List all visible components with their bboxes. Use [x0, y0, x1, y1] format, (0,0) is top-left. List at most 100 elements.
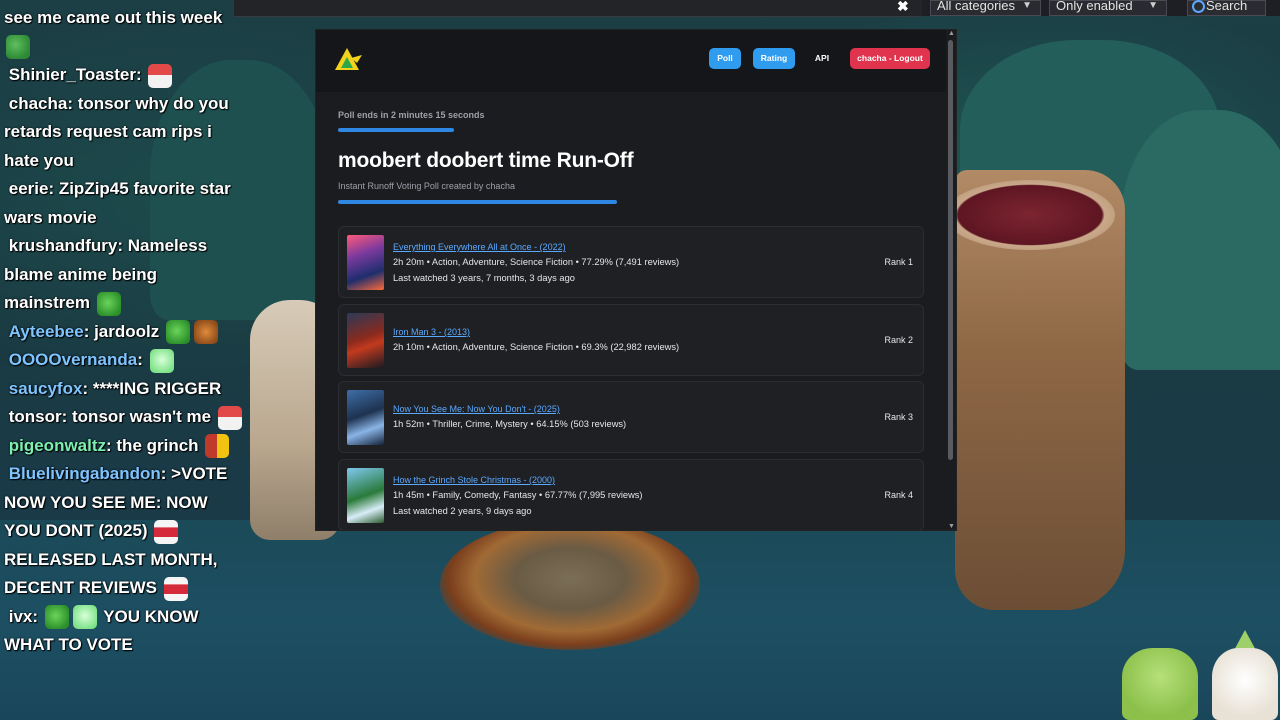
webcam-overlay	[1120, 628, 1280, 720]
chat-message: pigeonwaltz: the grinch	[4, 432, 244, 461]
nav-api-link[interactable]: API	[811, 48, 833, 69]
grinch-emote-icon	[166, 320, 190, 345]
poll-option-card[interactable]: Iron Man 3 - (2013) 2h 10m • Action, Adv…	[338, 304, 924, 376]
lantern-emote-icon	[205, 434, 230, 459]
scroll-up-icon[interactable]: ▲	[948, 30, 955, 37]
chat-username: Ayteebee	[8, 321, 84, 341]
poll-option-card[interactable]: Now You See Me: Now You Don't - (2025) 1…	[338, 381, 924, 453]
rank-label: Rank 4	[884, 490, 913, 500]
logout-button[interactable]: chacha - Logout	[850, 48, 930, 69]
chat-text: :	[137, 350, 143, 369]
chat-message: see me came out this week	[4, 4, 244, 61]
navbar: Poll Rating API chacha - Logout	[316, 30, 956, 90]
movie-title-link[interactable]: How the Grinch Stole Christmas - (2000)	[393, 475, 555, 485]
chat-message: OOOOvernanda:	[4, 346, 244, 375]
poll-subtitle: Instant Runoff Voting Poll created by ch…	[338, 181, 515, 191]
chat-overlay: see me came out this week Shinier_Toaste…	[4, 4, 244, 660]
poll-title: moobert doobert time Run-Off	[338, 149, 634, 172]
movie-title-link[interactable]: Everything Everywhere All at Once - (202…	[393, 242, 566, 252]
frog-emote-icon	[6, 35, 30, 60]
fox-emote-icon	[194, 320, 218, 345]
poll-option-card[interactable]: Everything Everywhere All at Once - (202…	[338, 226, 924, 298]
search-toolbar: ✖ All categories ▼ Only enabled ▼ Search	[234, 0, 1280, 17]
search-input[interactable]	[234, 0, 922, 17]
nav-rating-button[interactable]: Rating	[753, 48, 795, 69]
timer-progress-bar	[338, 128, 454, 132]
window-scrollbar[interactable]: ▲ ▼	[946, 30, 956, 530]
nav-poll-button[interactable]: Poll	[709, 48, 741, 69]
alien-avatar	[1122, 648, 1198, 720]
movie-meta: 1h 52m • Thriller, Crime, Mystery • 64.1…	[393, 419, 627, 429]
tree	[1120, 110, 1280, 370]
chevron-down-icon: ▼	[1022, 0, 1032, 11]
logo-icon	[335, 48, 362, 70]
last-watched: Last watched 3 years, 7 months, 3 days a…	[393, 273, 575, 283]
chevron-down-icon: ▼	[1148, 0, 1158, 11]
chat-message: Ayteebee: jardoolz	[4, 318, 244, 347]
movie-poster	[347, 390, 384, 445]
chat-text: :	[32, 606, 39, 626]
movie-poster	[347, 313, 384, 368]
rank-label: Rank 3	[884, 412, 913, 422]
scrollbar-thumb[interactable]	[948, 40, 953, 460]
chat-username: eerie	[8, 179, 49, 198]
movie-poster	[347, 235, 384, 290]
movie-meta: 2h 10m • Action, Adventure, Science Fict…	[393, 342, 680, 352]
dog-avatar	[1212, 648, 1278, 720]
chat-username: tonsor	[8, 407, 62, 426]
ghost-emote-icon	[149, 348, 174, 373]
chat-message: krushandfury: Nameless blame anime being…	[4, 232, 244, 318]
chat-message: eerie: ZipZip45 favorite star wars movie	[4, 175, 244, 232]
chat-message: ivx: YOU KNOW WHAT TO VOTE	[4, 603, 244, 660]
chat-username: pigeonwaltz	[8, 435, 107, 455]
chat-message: saucyfox: ****ING RIGGER	[4, 375, 244, 404]
chat-message: tonsor: tonsor wasn't me	[4, 403, 244, 432]
chat-username: krushandfury	[8, 236, 118, 255]
poll-app-window: Poll Rating API chacha - Logout Poll end…	[316, 30, 956, 530]
poll-option-card[interactable]: How the Grinch Stole Christmas - (2000) …	[338, 459, 924, 530]
poll-timer: Poll ends in 2 minutes 15 seconds	[338, 110, 485, 120]
chat-text: : jardoolz	[83, 321, 160, 341]
chat-text: : ****ING RIGGER	[82, 378, 222, 398]
category-select-value: All categories	[937, 0, 1016, 13]
chat-username: Shinier_Toaster	[8, 65, 136, 84]
mouth-emote-icon	[163, 576, 188, 601]
chat-username: chacha	[8, 93, 68, 113]
last-watched: Last watched 2 years, 9 days ago	[393, 506, 532, 516]
enabled-filter-value: Only enabled	[1056, 0, 1133, 13]
mouth-emote-icon	[154, 519, 179, 544]
chat-message: chacha: tonsor why do you retards reques…	[4, 90, 244, 176]
search-button-label: Search	[1206, 0, 1248, 13]
movie-meta: 1h 45m • Family, Comedy, Fantasy • 67.77…	[393, 490, 643, 500]
chat-username: saucyfox	[8, 378, 83, 398]
chat-message: Shinier_Toaster:	[4, 61, 244, 90]
grinch-emote-icon	[44, 605, 69, 630]
chat-username: Bluelivingabandon	[8, 464, 161, 483]
chat-text: :	[135, 65, 142, 84]
chat-text: see me came out this week	[4, 8, 223, 27]
chat-text: : tonsor wasn't me	[61, 407, 212, 426]
santa-emote-icon	[217, 405, 242, 430]
movie-title-link[interactable]: Now You See Me: Now You Don't - (2025)	[393, 404, 560, 414]
scroll-down-icon[interactable]: ▼	[948, 523, 955, 530]
santa-emote-icon	[148, 63, 173, 88]
search-icon	[1192, 0, 1205, 13]
category-select[interactable]: All categories ▼	[930, 0, 1041, 16]
pot-creature	[945, 170, 1125, 610]
chat-username: ivx	[8, 606, 33, 626]
movie-title-link[interactable]: Iron Man 3 - (2013)	[393, 327, 470, 337]
chat-message: Bluelivingabandon: >VOTE NOW YOU SEE ME:…	[4, 460, 244, 603]
movie-meta: 2h 20m • Action, Adventure, Science Fict…	[393, 257, 680, 267]
title-underline	[338, 200, 617, 204]
enabled-filter-select[interactable]: Only enabled ▼	[1049, 0, 1167, 16]
rank-label: Rank 2	[884, 335, 913, 345]
poll-panel: Poll ends in 2 minutes 15 seconds moober…	[316, 92, 948, 530]
chat-username: OOOOvernanda	[8, 350, 138, 369]
campfire	[440, 520, 700, 650]
grinch-emote-icon	[96, 291, 121, 316]
chat-text: : the grinch	[106, 435, 199, 455]
clear-icon[interactable]: ✖	[897, 0, 909, 15]
pot-rim	[945, 180, 1115, 250]
search-button[interactable]: Search	[1187, 0, 1266, 16]
rank-label: Rank 1	[884, 257, 913, 267]
